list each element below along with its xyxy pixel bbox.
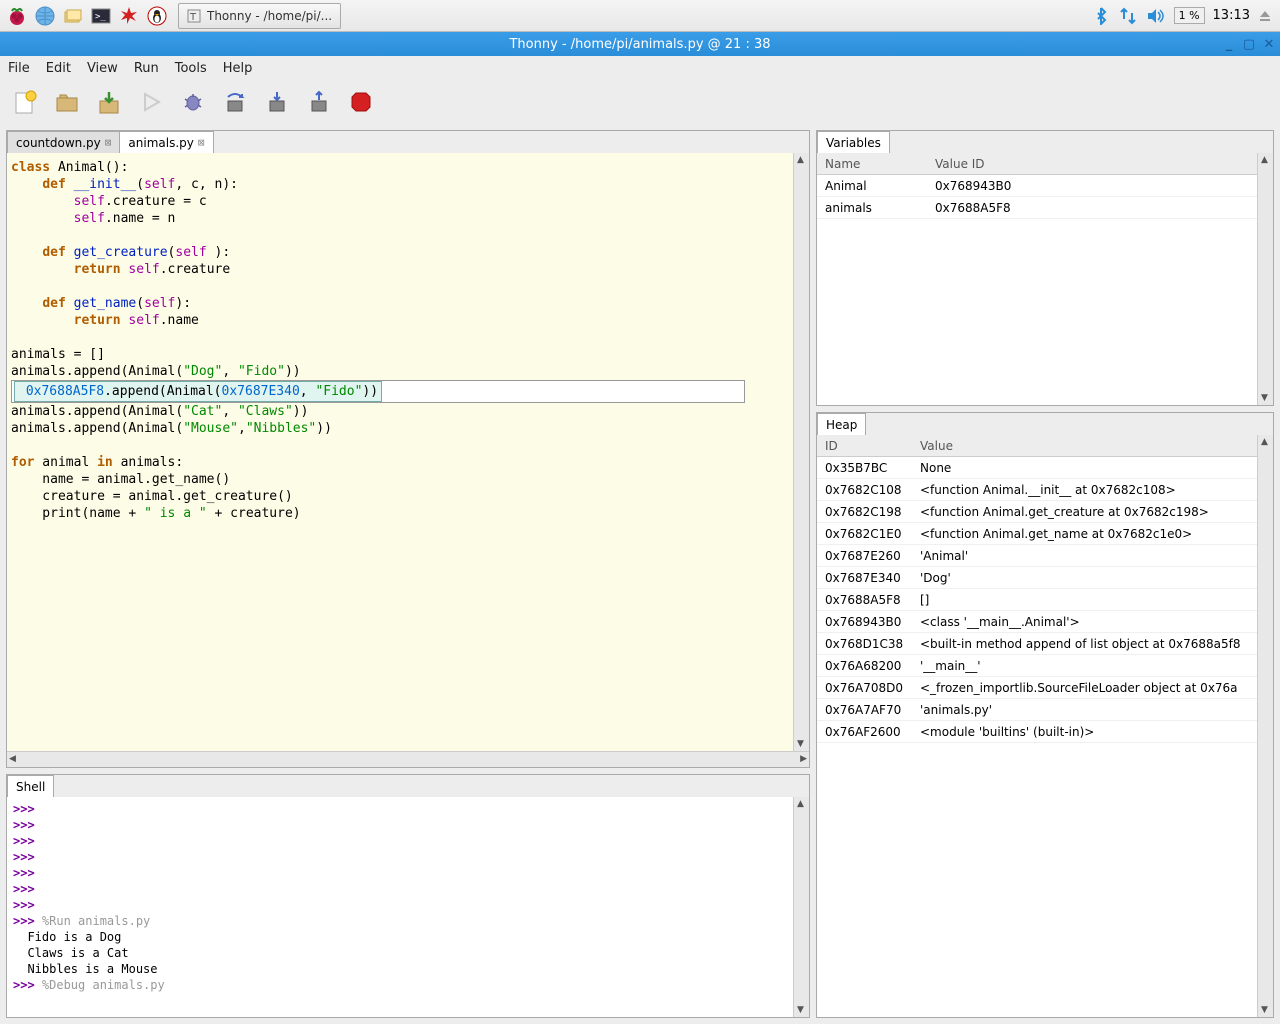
shell-output[interactable]: >>>>>>>>>>>>>>>>>>>>>>>> %Run animals.py… bbox=[7, 797, 793, 1017]
toolbar bbox=[0, 80, 1280, 124]
table-row[interactable]: 0x768D1C38<built-in method append of lis… bbox=[817, 633, 1257, 655]
svg-text:T: T bbox=[189, 12, 197, 23]
shell-scrollbar-v[interactable] bbox=[793, 797, 809, 1017]
save-icon[interactable] bbox=[94, 87, 124, 117]
tab-label: Shell bbox=[16, 780, 45, 794]
cpu-meter[interactable]: 1 % bbox=[1174, 7, 1205, 24]
table-row[interactable]: 0x7687E260'Animal' bbox=[817, 545, 1257, 567]
variables-scrollbar-v[interactable] bbox=[1257, 153, 1273, 405]
step-into-icon[interactable] bbox=[262, 87, 292, 117]
system-tray: 1 % 13:13 bbox=[1092, 7, 1276, 25]
menu-edit[interactable]: Edit bbox=[46, 61, 71, 76]
tab-variables[interactable]: Variables bbox=[817, 131, 890, 153]
table-row[interactable]: 0x76A708D0<_frozen_importlib.SourceFileL… bbox=[817, 677, 1257, 699]
tab-label: Heap bbox=[826, 418, 857, 432]
code-editor[interactable]: class Animal(): def __init__(self, c, n)… bbox=[7, 153, 793, 751]
menu-tools[interactable]: Tools bbox=[175, 61, 207, 76]
menu-run[interactable]: Run bbox=[134, 61, 159, 76]
terminal-icon[interactable]: >_ bbox=[88, 3, 114, 29]
variables-panel: Variables Name Value ID Animal0x768943B0… bbox=[816, 130, 1274, 406]
table-row[interactable]: 0x76A7AF70'animals.py' bbox=[817, 699, 1257, 721]
variables-head-value: Value ID bbox=[927, 157, 1257, 171]
tab-close-icon[interactable]: ⊠ bbox=[105, 136, 112, 149]
table-row[interactable]: animals0x7688A5F8 bbox=[817, 197, 1257, 219]
table-row[interactable]: 0x768943B0<class '__main__.Animal'> bbox=[817, 611, 1257, 633]
editor-panel: countdown.py ⊠ animals.py ⊠ class Animal()… bbox=[6, 130, 810, 768]
taskbar-app-thonny[interactable]: T Thonny - /home/pi/... bbox=[178, 3, 341, 29]
table-row[interactable]: 0x76A68200'__main__' bbox=[817, 655, 1257, 677]
thonny-icon: T bbox=[187, 9, 201, 23]
raspberry-icon[interactable] bbox=[4, 3, 30, 29]
globe-icon[interactable] bbox=[32, 3, 58, 29]
tab-animals[interactable]: animals.py ⊠ bbox=[119, 131, 213, 153]
table-row[interactable]: 0x76AF2600<module 'builtins' (built-in)> bbox=[817, 721, 1257, 743]
heap-grid: ID Value 0x35B7BCNone0x7682C108<function… bbox=[817, 435, 1257, 1017]
clock[interactable]: 13:13 bbox=[1213, 8, 1250, 23]
burst-icon[interactable] bbox=[116, 3, 142, 29]
stop-icon[interactable] bbox=[346, 87, 376, 117]
table-row[interactable]: 0x35B7BCNone bbox=[817, 457, 1257, 479]
maximize-icon[interactable]: ▢ bbox=[1242, 37, 1256, 51]
debug-icon[interactable] bbox=[178, 87, 208, 117]
step-out-icon[interactable] bbox=[304, 87, 334, 117]
taskbar-app-label: Thonny - /home/pi/... bbox=[207, 9, 332, 23]
bluetooth-icon[interactable] bbox=[1092, 7, 1110, 25]
tab-close-icon[interactable]: ⊠ bbox=[198, 136, 205, 149]
taskbar-launchers: >_ bbox=[4, 3, 170, 29]
variables-grid: Name Value ID Animal0x768943B0animals0x7… bbox=[817, 153, 1257, 405]
table-row[interactable]: 0x7688A5F8[] bbox=[817, 589, 1257, 611]
step-over-icon[interactable] bbox=[220, 87, 250, 117]
table-row[interactable]: 0x7682C1E0<function Animal.get_name at 0… bbox=[817, 523, 1257, 545]
new-file-icon[interactable] bbox=[10, 87, 40, 117]
heap-head-value: Value bbox=[912, 439, 1257, 453]
window-titlebar: Thonny - /home/pi/animals.py @ 21 : 38 _… bbox=[0, 32, 1280, 56]
heap-scrollbar-v[interactable] bbox=[1257, 435, 1273, 1017]
tab-heap[interactable]: Heap bbox=[817, 413, 866, 435]
editor-scrollbar-v[interactable] bbox=[793, 153, 809, 751]
tab-label: animals.py bbox=[128, 136, 193, 150]
menubar: File Edit View Run Tools Help bbox=[0, 56, 1280, 80]
variables-head-name: Name bbox=[817, 157, 927, 171]
volume-icon[interactable] bbox=[1146, 7, 1166, 25]
run-icon[interactable] bbox=[136, 87, 166, 117]
close-icon[interactable]: ✕ bbox=[1262, 37, 1276, 51]
window-title: Thonny - /home/pi/animals.py @ 21 : 38 bbox=[509, 37, 770, 52]
heap-head-id: ID bbox=[817, 439, 912, 453]
shell-panel: Shell >>>>>>>>>>>>>>>>>>>>>>>> %Run anim… bbox=[6, 774, 810, 1018]
svg-text:>_: >_ bbox=[95, 12, 106, 22]
tab-shell[interactable]: Shell bbox=[7, 775, 54, 797]
tab-label: Variables bbox=[826, 136, 881, 150]
table-row[interactable]: 0x7687E340'Dog' bbox=[817, 567, 1257, 589]
table-row[interactable]: 0x7682C108<function Animal.__init__ at 0… bbox=[817, 479, 1257, 501]
menu-help[interactable]: Help bbox=[223, 61, 253, 76]
os-taskbar: >_ T Thonny - /home/pi/... 1 % 13:13 bbox=[0, 0, 1280, 32]
network-icon[interactable] bbox=[1118, 7, 1138, 25]
table-row[interactable]: 0x7682C198<function Animal.get_creature … bbox=[817, 501, 1257, 523]
tab-label: countdown.py bbox=[16, 136, 101, 150]
heap-panel: Heap ID Value 0x35B7BCNone0x7682C108<fun… bbox=[816, 412, 1274, 1018]
minimize-icon[interactable]: _ bbox=[1222, 37, 1236, 51]
penguin-icon[interactable] bbox=[144, 3, 170, 29]
eject-icon[interactable] bbox=[1258, 9, 1272, 23]
editor-tabs: countdown.py ⊠ animals.py ⊠ bbox=[7, 131, 809, 153]
editor-scrollbar-h[interactable] bbox=[7, 751, 809, 767]
table-row[interactable]: Animal0x768943B0 bbox=[817, 175, 1257, 197]
tab-countdown[interactable]: countdown.py ⊠ bbox=[7, 131, 120, 153]
menu-view[interactable]: View bbox=[87, 61, 118, 76]
files-icon[interactable] bbox=[60, 3, 86, 29]
menu-file[interactable]: File bbox=[8, 61, 30, 76]
open-file-icon[interactable] bbox=[52, 87, 82, 117]
